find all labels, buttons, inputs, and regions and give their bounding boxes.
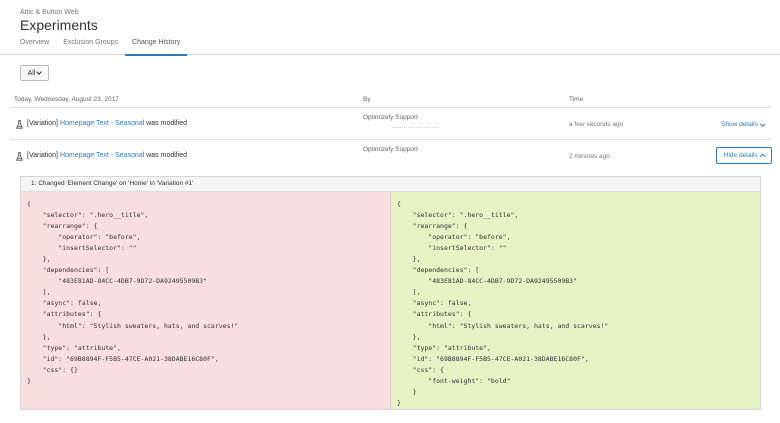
diff-before-pane: { "selector": ".hero__title", "rearrange… (21, 192, 391, 409)
page-title: Experiments (20, 17, 98, 33)
chevron-up-icon (760, 154, 765, 159)
filter-dropdown[interactable]: All (20, 65, 49, 81)
chevron-down-icon (760, 121, 766, 126)
by-header: By (363, 96, 371, 103)
change-description: [Variation] Homepage Text - Seasonal was… (27, 120, 187, 127)
tab-change-history[interactable]: Change History (125, 39, 188, 56)
change-description: [Variation] Homepage Text - Seasonal was… (27, 152, 187, 159)
change-type-label: [Variation] (27, 152, 58, 159)
variation-link[interactable]: Homepage Text - Seasonal (60, 120, 144, 127)
diff-after-code: { "selector": ".hero__title", "rearrange… (397, 200, 609, 407)
date-header: Today, Wednesday, August 23, 2017 (14, 96, 119, 103)
hide-details-button[interactable]: Hide details (716, 147, 772, 164)
change-type-label: [Variation] (27, 120, 58, 127)
table-row: [Variation] Homepage Text - Seasonal was… (10, 140, 772, 172)
divider (393, 127, 439, 129)
tab-exclusion-groups[interactable]: Exclusion Groups (63, 39, 118, 55)
flask-icon (16, 120, 23, 129)
diff-after-pane: { "selector": ".hero__title", "rearrange… (391, 192, 760, 409)
tab-overview[interactable]: Overview (20, 39, 49, 55)
chevron-down-icon (36, 69, 43, 75)
diff-panel: 1: Changed 'Element Change' on 'Home' in… (20, 176, 761, 410)
show-details-button[interactable]: Show details (721, 121, 766, 128)
table-row: [Variation] Homepage Text - Seasonal was… (10, 108, 772, 140)
change-action-label: was modified (146, 152, 188, 159)
diff-before-code: { "selector": ".hero__title", "rearrange… (27, 200, 239, 385)
change-time: a few seconds ago (569, 121, 624, 128)
flask-icon (16, 152, 23, 161)
tab-bar: Overview Exclusion Groups Change History (20, 39, 194, 56)
show-details-label: Show details (721, 121, 758, 128)
breadcrumb[interactable]: Attic & Button Web (20, 9, 79, 16)
filter-label: All (27, 69, 36, 77)
changed-by: Optimizely Support (363, 114, 418, 121)
hide-details-label: Hide details (723, 152, 758, 159)
change-action-label: was modified (146, 120, 188, 127)
change-time: 2 minutes ago (569, 153, 610, 160)
time-header: Time (569, 96, 584, 103)
diff-title: 1: Changed 'Element Change' on 'Home' in… (21, 177, 760, 192)
variation-link[interactable]: Homepage Text - Seasonal (60, 152, 144, 159)
table-header: Today, Wednesday, August 23, 2017 By Tim… (10, 94, 772, 108)
changed-by: Optimizely Support (363, 146, 418, 153)
page-header: Attic & Button Web Experiments Overview … (0, 0, 780, 56)
